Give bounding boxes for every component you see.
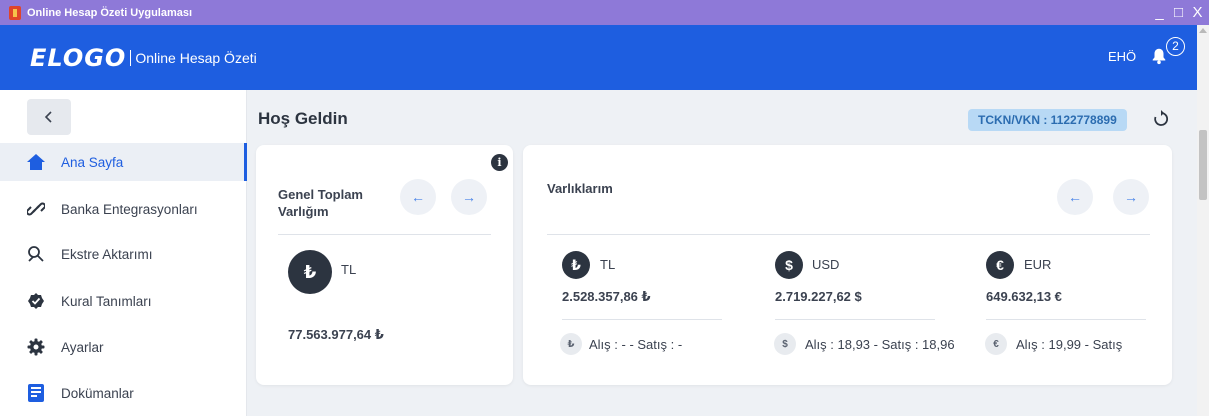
sidebar-item-ana-sayfa[interactable]: Ana Sayfa [0,143,247,181]
divider [547,234,1150,235]
asset-currency-label: TL [600,257,616,272]
euro-icon: € [986,251,1014,279]
total-assets-title-line2: Varlığım [278,204,329,219]
window-title: Online Hesap Özeti Uygulaması [27,6,193,19]
info-icon[interactable]: i [491,154,508,171]
gear-icon [26,337,46,357]
sidebar-collapse-button[interactable] [27,99,71,135]
document-icon [26,383,46,403]
badge-check-icon [26,291,46,311]
chevron-left-icon [44,111,52,123]
sidebar-item-label: Kural Tanımları [61,293,152,309]
logo[interactable]: ELOGO Online Hesap Özeti [30,44,257,72]
divider [986,319,1146,320]
scroll-up-icon[interactable] [1199,28,1207,33]
total-prev-button[interactable]: ← [400,179,436,215]
logo-text: ELOGO [30,44,127,72]
total-assets-title-line1: Genel Toplam [278,187,363,202]
app-header: ELOGO Online Hesap Özeti EHÖ 2 [0,25,1197,90]
assets-title: Varlıklarım [547,181,613,196]
sidebar-item-ekstre-aktarimi[interactable]: Ekstre Aktarımı [0,235,247,273]
tckn-badge: TCKN/VKN : 1122778899 [968,109,1127,131]
sidebar-item-ayarlar[interactable]: Ayarlar [0,328,247,366]
window-titlebar: Online Hesap Özeti Uygulaması _ □ X [0,0,1209,25]
sidebar-item-kural-tanimlari[interactable]: Kural Tanımları [0,282,247,320]
user-initials[interactable]: EHÖ [1108,49,1136,64]
asset-rate: Alış : 18,93 - Satış : 18,96 [805,337,955,352]
bell-icon[interactable] [1150,47,1168,65]
maximize-button[interactable]: □ [1171,0,1186,25]
asset-currency-label: USD [812,257,840,272]
dollar-rate-icon: $ [774,333,796,355]
lira-rate-icon: ₺ [560,333,582,355]
assets-next-button[interactable]: → [1113,179,1149,215]
refresh-icon[interactable] [1152,110,1170,128]
logo-divider [130,50,132,66]
total-assets-title: Genel Toplam Varlığım [278,186,363,220]
app-icon [9,5,21,20]
assets-prev-button[interactable]: ← [1057,179,1093,215]
divider [562,319,722,320]
asset-amount: 2.719.227,62 $ [775,289,862,304]
asset-currency-label: EUR [1024,257,1052,272]
sidebar-item-label: Ekstre Aktarımı [61,246,153,262]
asset-amount: 649.632,13 € [986,289,1062,304]
window-controls: _ □ X [1152,0,1205,25]
asset-rate: Alış : - - Satış : - [589,337,683,352]
sidebar: Ana Sayfa Banka Entegrasyonları Ekstre A… [0,90,247,416]
asset-rate: Alış : 19,99 - Satış [1016,337,1123,352]
scrollbar-thumb[interactable] [1199,130,1207,200]
notification-badge[interactable]: 2 [1166,37,1185,56]
page-scrollbar[interactable] [1197,25,1209,416]
divider [278,234,491,235]
lira-icon: ₺ [288,250,332,294]
transfer-icon [26,244,46,264]
link-icon [26,199,46,219]
app-name: Online Hesap Özeti [135,50,257,66]
sidebar-item-banka-entegrasyonlari[interactable]: Banka Entegrasyonları [0,190,247,228]
lira-icon: ₺ [562,251,590,279]
total-next-button[interactable]: → [451,179,487,215]
dollar-icon: $ [775,251,803,279]
sidebar-item-dokumanlar[interactable]: Dokümanlar [0,374,247,412]
home-icon [26,152,46,172]
sidebar-item-label: Banka Entegrasyonları [61,201,198,217]
total-currency-label: TL [341,262,357,277]
divider [775,319,935,320]
euro-rate-icon: € [985,333,1007,355]
total-amount: 77.563.977,64 ₺ [288,327,384,342]
sidebar-item-label: Ayarlar [61,339,104,355]
minimize-button[interactable]: _ [1152,0,1167,25]
page-title: Hoş Geldin [258,109,348,128]
sidebar-item-label: Ana Sayfa [61,154,124,170]
close-button[interactable]: X [1190,0,1205,25]
sidebar-item-label: Dokümanlar [61,385,134,401]
asset-amount: 2.528.357,86 ₺ [562,289,651,304]
